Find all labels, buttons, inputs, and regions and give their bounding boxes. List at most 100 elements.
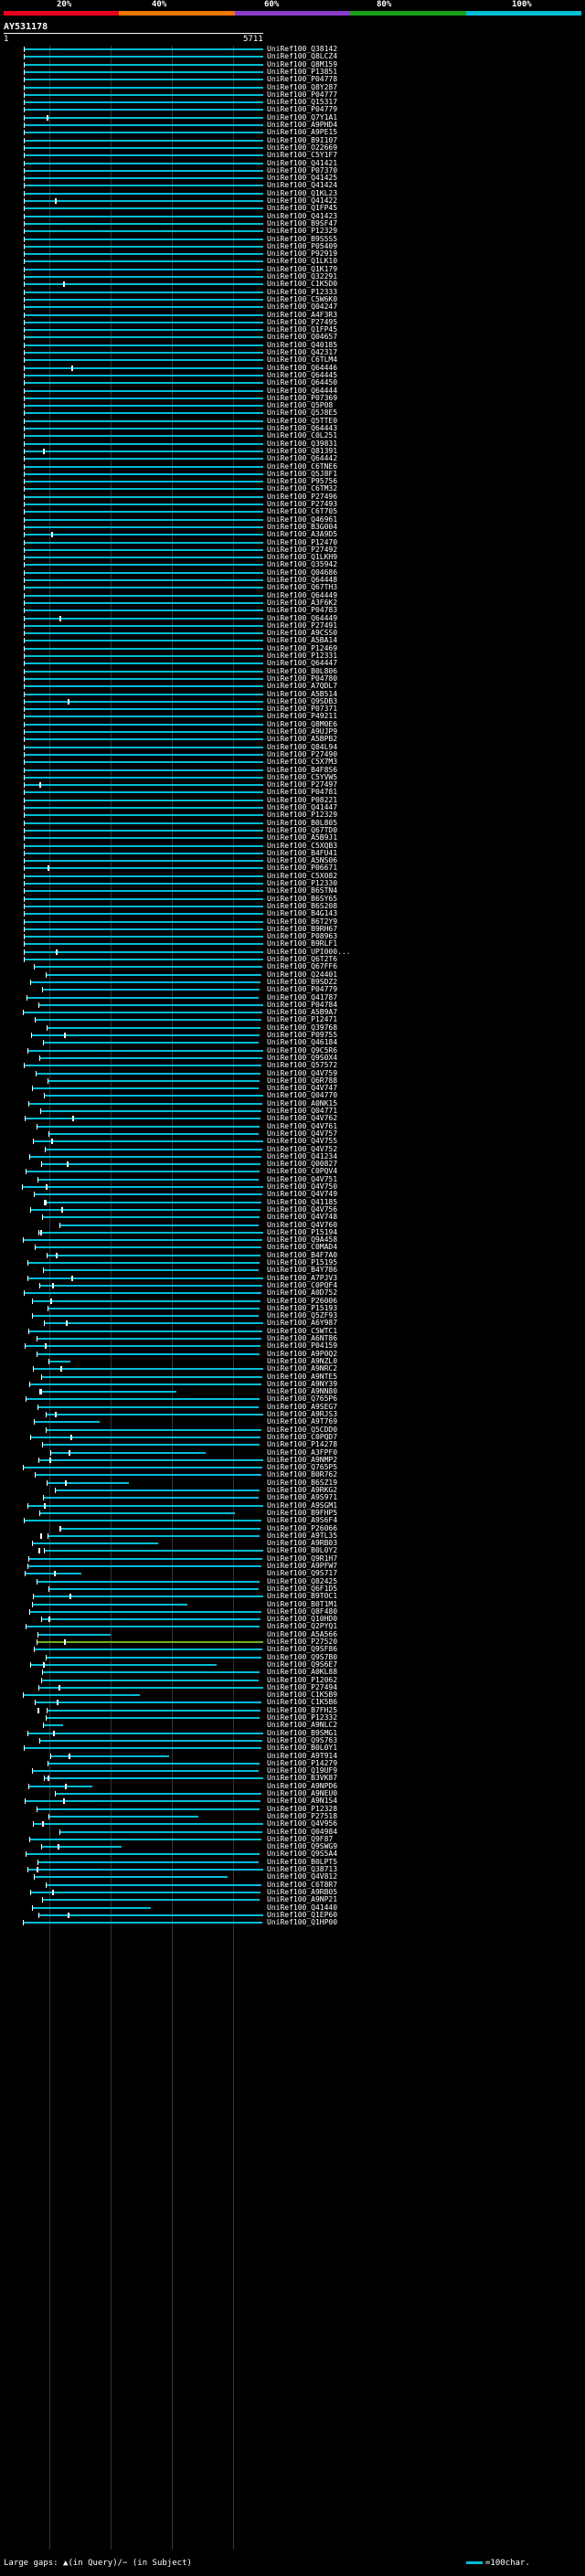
hit-bar — [24, 548, 263, 551]
gap-marker — [59, 615, 61, 621]
hit-start-tick — [24, 198, 25, 204]
hit-bar — [44, 1777, 263, 1780]
gap-marker — [55, 198, 57, 204]
hit-row[interactable]: UniRef100_Q1HP00 — [0, 1918, 585, 1926]
hit-start-tick — [26, 1624, 27, 1630]
gap-marker — [43, 1661, 45, 1668]
hit-start-tick — [30, 979, 31, 985]
hit-bar — [43, 1724, 63, 1727]
hit-bar — [24, 253, 263, 256]
hit-bar — [24, 670, 263, 673]
hit-start-tick — [26, 1169, 27, 1175]
hit-start-tick — [24, 684, 25, 690]
hit-start-tick — [35, 1700, 36, 1706]
hit-start-tick — [24, 440, 25, 447]
hit-bar — [24, 1520, 261, 1522]
hit-start-tick — [24, 592, 25, 599]
hit-start-tick — [24, 888, 25, 895]
hit-start-tick — [24, 448, 25, 454]
hit-bar — [24, 124, 263, 126]
hit-start-tick — [24, 334, 25, 341]
hit-start-tick — [24, 578, 25, 583]
hit-start-tick — [46, 1426, 47, 1433]
hit-bar — [24, 146, 263, 149]
gap-marker — [58, 1684, 60, 1691]
hit-start-tick — [24, 190, 25, 196]
hit-bar — [24, 481, 263, 483]
hit-bar — [24, 655, 263, 657]
hit-bar — [24, 731, 263, 733]
hit-bar — [48, 1360, 70, 1362]
hit-bar — [37, 1860, 259, 1863]
hit-start-tick — [27, 1502, 28, 1509]
hit-bar — [35, 1474, 261, 1477]
hit-bar — [24, 587, 263, 589]
hit-start-tick — [24, 790, 25, 796]
hit-start-tick — [24, 865, 25, 872]
legend-scale: =100char. — [466, 2559, 530, 2568]
hit-start-tick — [28, 1328, 29, 1334]
gap-marker — [56, 949, 58, 955]
hit-start-tick — [48, 1585, 49, 1592]
hit-start-tick — [26, 1396, 27, 1403]
hit-bar — [48, 1762, 260, 1765]
hit-bar — [24, 936, 263, 938]
hit-start-tick — [32, 1086, 33, 1092]
hit-start-tick — [43, 1495, 44, 1501]
hit-bar — [24, 132, 263, 134]
hit-bar — [24, 883, 263, 885]
hit-start-tick — [28, 1783, 29, 1789]
hit-start-tick — [24, 471, 25, 477]
hit-start-tick — [24, 562, 25, 568]
hit-bar — [29, 1383, 261, 1385]
hit-start-tick — [24, 926, 25, 932]
hit-bar — [27, 1732, 263, 1734]
hit-start-tick — [32, 1601, 33, 1607]
hit-bar — [24, 428, 263, 429]
hit-start-tick — [24, 502, 25, 507]
hit-start-tick — [24, 175, 25, 182]
hit-start-tick — [30, 1889, 31, 1895]
gap-marker — [40, 1532, 42, 1539]
hit-start-tick — [32, 1904, 33, 1911]
hit-bar — [24, 753, 263, 756]
hit-start-tick — [37, 1631, 38, 1638]
hit-bar — [24, 238, 263, 240]
hit-label[interactable]: UniRef100_Q1HP00 — [267, 1918, 337, 1926]
hit-bar — [24, 640, 263, 642]
query-end: 5711 — [243, 35, 263, 44]
hit-bar — [24, 389, 263, 392]
hit-bar — [28, 1330, 262, 1332]
legend-scale-swatch — [466, 2561, 483, 2564]
hit-bar — [24, 222, 263, 225]
hit-bar — [25, 1118, 261, 1120]
hit-start-tick — [24, 243, 25, 249]
hit-bar — [24, 624, 263, 627]
hit-bar — [46, 1717, 260, 1719]
hit-bar — [24, 268, 263, 270]
hit-bar — [59, 1830, 262, 1833]
hit-start-tick — [55, 1488, 56, 1493]
hit-bar — [24, 511, 263, 514]
hit-bar — [24, 306, 263, 309]
hit-bar — [24, 905, 263, 907]
hit-start-tick — [27, 1275, 28, 1281]
hit-bar — [24, 897, 263, 900]
hit-start-tick — [42, 1214, 43, 1221]
hit-start-tick — [24, 312, 25, 318]
gap-marker — [53, 1730, 55, 1736]
hit-bar — [24, 169, 263, 172]
gap-marker — [61, 1206, 63, 1213]
hit-start-tick — [55, 1791, 56, 1797]
hit-start-tick — [24, 403, 25, 409]
hit-start-tick — [24, 251, 25, 258]
hit-bar — [38, 1003, 263, 1006]
hit-start-tick — [25, 1571, 26, 1577]
hit-bar — [25, 1345, 261, 1348]
hit-bar — [41, 1846, 122, 1849]
gap-marker — [51, 1139, 53, 1145]
hit-bar — [24, 321, 263, 323]
hit-start-tick — [38, 1229, 39, 1235]
gap-marker — [72, 1116, 74, 1122]
hit-start-tick — [23, 1692, 24, 1699]
